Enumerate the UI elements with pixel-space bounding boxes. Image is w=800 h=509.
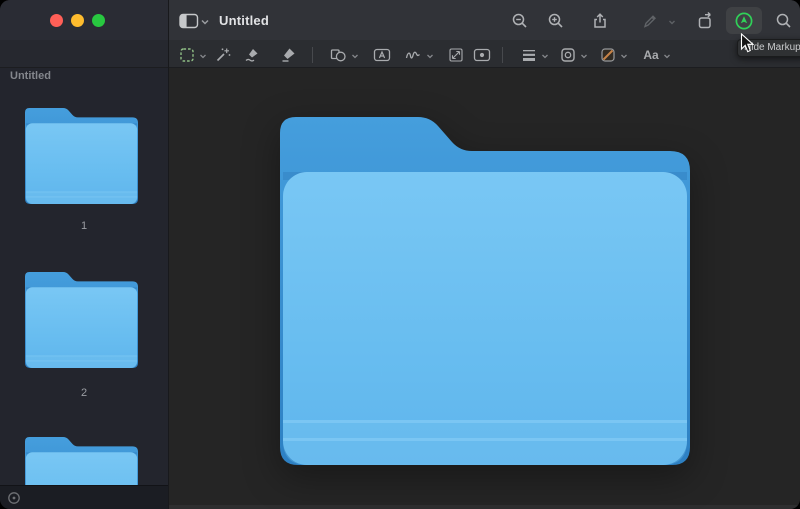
preview-window: Untitled bbox=[0, 0, 800, 509]
sketch-button[interactable] bbox=[244, 47, 261, 64]
chevron-down-icon bbox=[199, 52, 207, 60]
border-color-button[interactable] bbox=[560, 47, 577, 64]
instant-alpha-icon bbox=[215, 47, 232, 64]
sidebar-top-edge bbox=[0, 40, 168, 68]
hide-markup-button[interactable] bbox=[734, 11, 754, 31]
fill-color-button[interactable] bbox=[600, 47, 617, 64]
search-button[interactable] bbox=[775, 12, 793, 30]
share-button[interactable] bbox=[591, 12, 609, 30]
text-style-chevron[interactable] bbox=[663, 52, 671, 60]
zoom-in-icon bbox=[547, 12, 565, 30]
window-title: Untitled bbox=[219, 13, 269, 28]
search-icon bbox=[775, 12, 793, 30]
zoom-out-icon bbox=[511, 12, 529, 30]
close-button[interactable] bbox=[50, 14, 63, 27]
toolbar-separator bbox=[312, 47, 313, 63]
adjust-size-button[interactable] bbox=[448, 47, 465, 64]
sidebar-divider bbox=[168, 0, 169, 509]
pencil-options-chevron[interactable] bbox=[668, 18, 676, 26]
chevron-down-icon bbox=[426, 52, 434, 60]
rotate-button[interactable] bbox=[697, 12, 716, 31]
canvas-bottom-edge bbox=[169, 505, 800, 509]
instant-alpha-button[interactable] bbox=[215, 47, 232, 64]
adjust-size-icon bbox=[448, 47, 465, 64]
sidebar: Untitled 1 2 bbox=[0, 68, 168, 485]
sign-chevron[interactable] bbox=[426, 52, 434, 60]
thumbnail-page-2[interactable] bbox=[25, 272, 138, 368]
sign-button[interactable] bbox=[405, 47, 422, 64]
selection-tool-icon bbox=[179, 47, 196, 64]
chevron-down-icon bbox=[201, 18, 210, 27]
markup-pen-icon bbox=[734, 11, 754, 31]
zoom-out-button[interactable] bbox=[511, 12, 529, 30]
fill-color-icon bbox=[600, 47, 617, 64]
thumbnail-page-3[interactable] bbox=[25, 437, 138, 485]
target-circle-icon bbox=[7, 491, 21, 505]
chevron-down-icon bbox=[663, 52, 671, 60]
share-icon bbox=[591, 12, 609, 30]
sidebar-toggle-icon bbox=[179, 13, 199, 29]
text-tool-icon bbox=[373, 47, 391, 63]
folder-image[interactable] bbox=[280, 117, 690, 465]
shapes-icon bbox=[330, 47, 347, 64]
sidebar-bottom-bar bbox=[0, 485, 168, 509]
adjust-color-button[interactable] bbox=[473, 47, 491, 63]
zoom-in-button[interactable] bbox=[547, 12, 565, 30]
chevron-down-icon bbox=[351, 52, 359, 60]
chevron-down-icon bbox=[541, 52, 549, 60]
sidebar-document-title: Untitled bbox=[10, 70, 51, 82]
rotate-icon bbox=[697, 12, 716, 31]
sidebar-mode-chevron[interactable] bbox=[201, 18, 210, 27]
thumbnail-label: 1 bbox=[0, 220, 168, 232]
sign-icon bbox=[405, 47, 422, 64]
sidebar-toggle-button[interactable] bbox=[179, 13, 199, 29]
chevron-down-icon bbox=[580, 52, 588, 60]
mouse-cursor bbox=[740, 33, 755, 54]
shape-style-button[interactable] bbox=[521, 47, 537, 63]
selection-tool-button[interactable] bbox=[179, 47, 196, 64]
page-scrubber-button[interactable] bbox=[7, 491, 21, 505]
border-color-chevron[interactable] bbox=[580, 52, 588, 60]
thumbnail-page-1[interactable] bbox=[25, 108, 138, 204]
selection-tool-chevron[interactable] bbox=[199, 52, 207, 60]
shape-style-chevron[interactable] bbox=[541, 52, 549, 60]
border-color-icon bbox=[560, 47, 577, 64]
traffic-lights bbox=[50, 14, 105, 27]
pencil-icon bbox=[641, 12, 659, 30]
text-tool-button[interactable] bbox=[373, 47, 391, 63]
draw-icon bbox=[280, 47, 297, 64]
annotate-pencil-button[interactable] bbox=[641, 12, 659, 30]
chevron-down-icon bbox=[620, 52, 628, 60]
shape-style-icon bbox=[521, 47, 537, 63]
sketch-icon bbox=[244, 47, 261, 64]
minimize-button[interactable] bbox=[71, 14, 84, 27]
shapes-button[interactable] bbox=[330, 47, 347, 64]
thumbnail-label: 2 bbox=[0, 387, 168, 399]
adjust-color-icon bbox=[473, 47, 491, 63]
zoom-window-button[interactable] bbox=[92, 14, 105, 27]
toolbar-separator bbox=[502, 47, 503, 63]
shapes-chevron[interactable] bbox=[351, 52, 359, 60]
fill-color-chevron[interactable] bbox=[620, 52, 628, 60]
text-style-button[interactable]: Aa bbox=[643, 48, 658, 62]
chevron-down-icon bbox=[668, 18, 676, 26]
draw-button[interactable] bbox=[280, 47, 297, 64]
